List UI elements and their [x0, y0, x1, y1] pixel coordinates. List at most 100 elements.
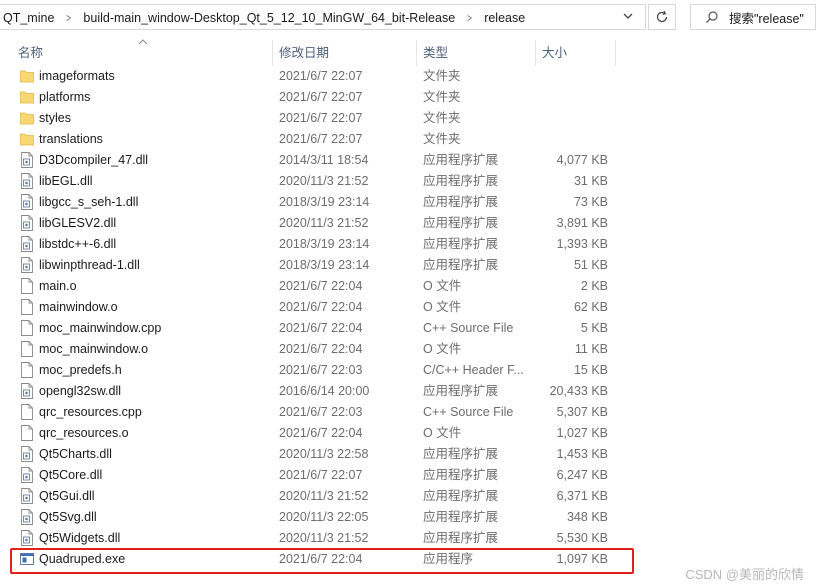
file-name: Qt5Svg.dll — [39, 510, 97, 524]
file-modified-date: 2020/11/3 21:52 — [279, 531, 369, 545]
breadcrumb-item-build[interactable]: build-main_window-Desktop_Qt_5_12_10_Min… — [83, 11, 455, 25]
column-name[interactable]: 名称 — [18, 40, 43, 66]
file-type: 应用程序扩展 — [423, 489, 499, 503]
file-size: 51 KB — [573, 258, 608, 272]
file-size: 1,393 KB — [556, 237, 608, 251]
file-modified-date: 2020/11/3 21:52 — [279, 489, 369, 503]
file-modified-date: 2020/11/3 21:52 — [279, 174, 369, 188]
chevron-down-icon[interactable] — [623, 11, 633, 21]
file-row[interactable]: moc_predefs.h 2021/6/7 22:03 C/C++ Header … — [0, 360, 640, 381]
file-type: O 文件 — [423, 426, 462, 440]
file-size: 348 KB — [566, 510, 608, 524]
file-size: 6,371 KB — [556, 489, 608, 503]
file-icon — [20, 362, 34, 378]
file-row[interactable]: styles 2021/6/7 22:07 文件夹 — [0, 108, 640, 129]
file-size: 5,307 KB — [556, 405, 608, 419]
file-type: 应用程序扩展 — [423, 216, 499, 230]
file-modified-date: 2021/6/7 22:04 — [279, 342, 363, 356]
file-name: D3Dcompiler_47.dll — [39, 153, 149, 167]
file-name: libstdc++-6.dll — [39, 237, 117, 251]
column-size[interactable]: 大小 — [542, 40, 567, 66]
file-size: 20,433 KB — [549, 384, 608, 398]
dll-file-icon — [20, 173, 34, 189]
file-row[interactable]: libwinpthread-1.dll 2018/3/19 23:14 应用程序扩展… — [0, 255, 640, 276]
file-row[interactable]: opengl32sw.dll 2016/6/14 20:00 应用程序扩展 20,43… — [0, 381, 640, 402]
file-modified-date: 2014/3/11 18:54 — [279, 153, 369, 167]
file-row[interactable]: mainwindow.o 2021/6/7 22:04 O 文件 62 KB — [0, 297, 640, 318]
file-name: styles — [39, 111, 71, 125]
file-type: 应用程序扩展 — [423, 531, 499, 545]
file-name: translations — [39, 132, 103, 146]
file-type: 应用程序扩展 — [423, 510, 499, 524]
file-type: O 文件 — [423, 342, 462, 356]
folder-icon — [20, 110, 34, 126]
file-icon — [20, 425, 34, 441]
search-box[interactable]: 搜索"release" — [690, 4, 816, 30]
file-name: moc_mainwindow.cpp — [39, 321, 162, 335]
file-name: platforms — [39, 90, 91, 104]
file-type: C++ Source File — [423, 321, 514, 335]
file-size — [508, 66, 608, 87]
file-modified-date: 2021/6/7 22:07 — [279, 468, 363, 482]
file-row[interactable]: platforms 2021/6/7 22:07 文件夹 — [0, 87, 640, 108]
file-name: Qt5Core.dll — [39, 468, 103, 482]
file-row[interactable]: imageformats 2021/6/7 22:07 文件夹 — [0, 66, 640, 87]
file-row[interactable]: libGLESV2.dll 2020/11/3 21:52 应用程序扩展 3,891 … — [0, 213, 640, 234]
file-row[interactable]: D3Dcompiler_47.dll 2014/3/11 18:54 应用程序扩展 4… — [0, 150, 640, 171]
file-row[interactable]: Qt5Widgets.dll 2020/11/3 21:52 应用程序扩展 5,530… — [0, 528, 640, 549]
watermark: CSDN @美丽的欣情 — [685, 567, 804, 582]
column-date[interactable]: 修改日期 — [279, 40, 329, 66]
search-icon — [706, 11, 718, 23]
folder-icon — [20, 89, 34, 105]
file-name: libGLESV2.dll — [39, 216, 117, 230]
refresh-button[interactable] — [648, 4, 676, 30]
breadcrumb-separator-icon[interactable]: > — [467, 11, 472, 25]
file-row[interactable]: moc_mainwindow.o 2021/6/7 22:04 O 文件 11 KB — [0, 339, 640, 360]
file-type: O 文件 — [423, 300, 462, 314]
file-name: Qt5Charts.dll — [39, 447, 112, 461]
file-name: mainwindow.o — [39, 300, 118, 314]
file-icon — [20, 299, 34, 315]
file-row[interactable]: Qt5Svg.dll 2020/11/3 22:05 应用程序扩展 348 KB — [0, 507, 640, 528]
file-row[interactable]: translations 2021/6/7 22:07 文件夹 — [0, 129, 640, 150]
file-size: 2 KB — [580, 279, 608, 293]
file-icon — [20, 320, 34, 336]
file-row[interactable]: Qt5Core.dll 2021/6/7 22:07 应用程序扩展 6,247 KB — [0, 465, 640, 486]
file-size: 4,077 KB — [556, 153, 608, 167]
file-modified-date: 2021/6/7 22:07 — [279, 111, 363, 125]
file-row[interactable]: Qt5Charts.dll 2020/11/3 22:58 应用程序扩展 1,453 … — [0, 444, 640, 465]
column-divider[interactable] — [535, 40, 536, 66]
breadcrumb-item-qt-mine[interactable]: QT_mine — [3, 11, 54, 25]
file-modified-date: 2018/3/19 23:14 — [279, 237, 370, 251]
file-size: 5 KB — [580, 321, 608, 335]
file-size: 6,247 KB — [556, 468, 608, 482]
file-type: 应用程序扩展 — [423, 447, 499, 461]
file-row[interactable]: main.o 2021/6/7 22:04 O 文件 2 KB — [0, 276, 640, 297]
address-bar[interactable]: QT_mine > build-main_window-Desktop_Qt_5… — [0, 4, 646, 30]
file-row[interactable]: libgcc_s_seh-1.dll 2018/3/19 23:14 应用程序扩展 7… — [0, 192, 640, 213]
file-row[interactable]: moc_mainwindow.cpp 2021/6/7 22:04 C++ Sour… — [0, 318, 640, 339]
file-modified-date: 2020/11/3 21:52 — [279, 216, 369, 230]
column-divider[interactable] — [272, 40, 273, 66]
search-placeholder: 搜索"release" — [729, 11, 804, 26]
file-type: O 文件 — [423, 279, 462, 293]
breadcrumb-separator-icon[interactable]: > — [66, 11, 71, 25]
breadcrumb: QT_mine > build-main_window-Desktop_Qt_5… — [3, 5, 525, 31]
column-type[interactable]: 类型 — [423, 40, 448, 66]
file-size — [508, 87, 608, 108]
address-toolbar: QT_mine > build-main_window-Desktop_Qt_5… — [0, 0, 816, 34]
file-row[interactable]: qrc_resources.cpp 2021/6/7 22:03 C++ Sourc… — [0, 402, 640, 423]
file-type: 应用程序扩展 — [423, 258, 499, 272]
file-name: moc_predefs.h — [39, 363, 122, 377]
file-type: 文件夹 — [423, 69, 461, 83]
file-row[interactable]: Qt5Gui.dll 2020/11/3 21:52 应用程序扩展 6,371 KB — [0, 486, 640, 507]
file-row[interactable]: qrc_resources.o 2021/6/7 22:04 O 文件 1,027 K… — [0, 423, 640, 444]
breadcrumb-item-release[interactable]: release — [484, 11, 525, 25]
file-name: libgcc_s_seh-1.dll — [39, 195, 139, 209]
column-divider[interactable] — [416, 40, 417, 66]
dll-file-icon — [20, 236, 34, 252]
column-divider[interactable] — [615, 40, 616, 66]
file-size: 5,530 KB — [556, 531, 608, 545]
file-row[interactable]: libEGL.dll 2020/11/3 21:52 应用程序扩展 31 KB — [0, 171, 640, 192]
file-row[interactable]: libstdc++-6.dll 2018/3/19 23:14 应用程序扩展 1,39… — [0, 234, 640, 255]
